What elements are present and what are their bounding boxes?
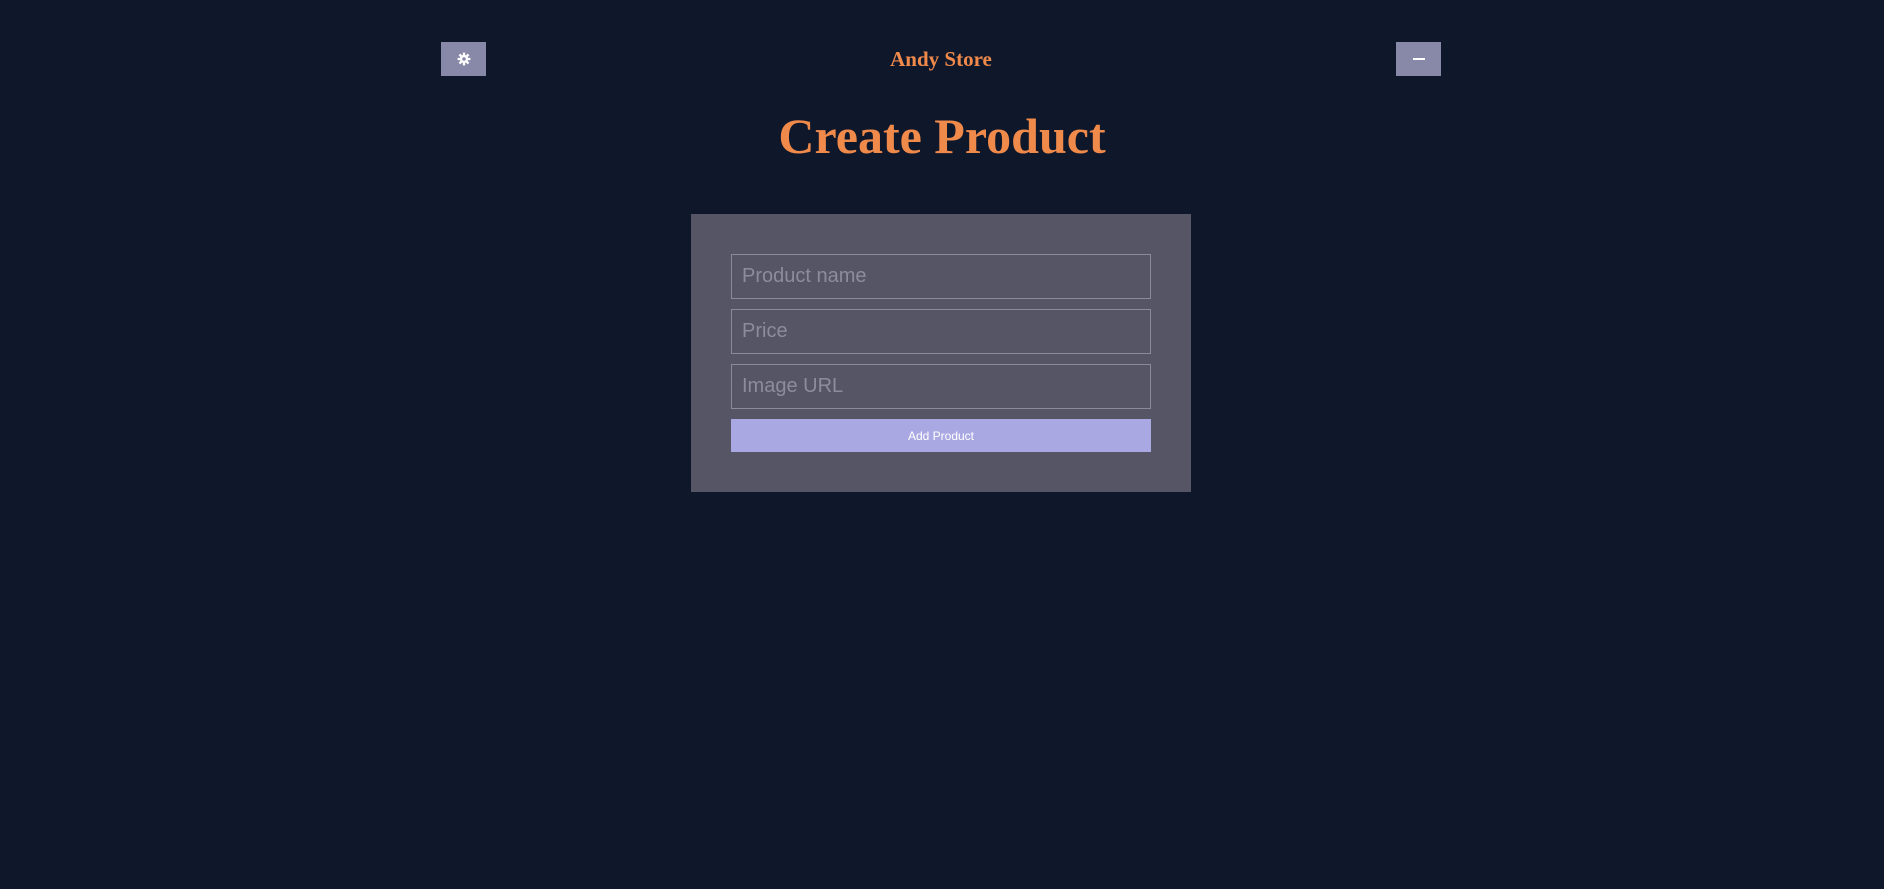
- create-product-form: Add Product: [691, 214, 1191, 492]
- minimize-button[interactable]: [1396, 42, 1441, 76]
- dash-icon: [1412, 58, 1425, 60]
- price-input[interactable]: [731, 309, 1151, 354]
- store-name: Andy Store: [890, 47, 992, 71]
- image-url-input[interactable]: [731, 364, 1151, 409]
- page-title: Create Product: [778, 108, 1106, 164]
- product-name-input[interactable]: [731, 254, 1151, 299]
- header: Andy Store: [441, 42, 1441, 76]
- add-product-button[interactable]: Add Product: [731, 419, 1151, 452]
